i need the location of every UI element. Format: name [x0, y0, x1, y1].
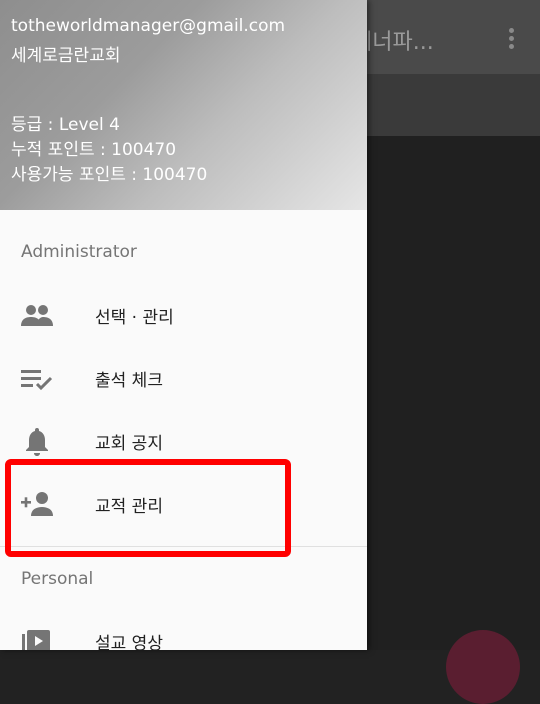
menu-item-sermon-video[interactable]: 설교 영상: [0, 610, 367, 650]
highlight-annotation-box: [5, 459, 291, 557]
playlist-check-icon: [21, 370, 53, 391]
menu-item-label: 설교 영상: [95, 634, 163, 650]
floating-action-button[interactable]: [446, 630, 520, 704]
available-points: 사용가능 포인트 : 100470: [11, 165, 208, 185]
video-library-icon: [22, 630, 50, 650]
more-vert-icon[interactable]: [503, 26, 519, 50]
menu-item-label: 선택 · 관리: [95, 308, 174, 328]
cumulative-points: 누적 포인트 : 100470: [11, 140, 177, 160]
menu-item-attendance-check[interactable]: 출석 체크: [0, 347, 367, 410]
user-email: totheworldmanager@gmail.com: [11, 16, 286, 36]
church-name: 세계로금란교회: [11, 46, 121, 66]
menu-item-label: 출석 체크: [95, 371, 163, 391]
bell-icon: [26, 428, 48, 456]
menu-item-select-manage[interactable]: 선택 · 관리: [0, 284, 367, 347]
people-icon: [21, 305, 53, 326]
section-title-personal: Personal: [21, 569, 94, 589]
user-grade: 등급 : Level 4: [11, 115, 120, 135]
section-title-administrator: Administrator: [21, 242, 137, 262]
drawer-header: totheworldmanager@gmail.com 세계로금란교회 등급 :…: [0, 0, 367, 210]
menu-item-label: 교회 공지: [95, 434, 163, 454]
